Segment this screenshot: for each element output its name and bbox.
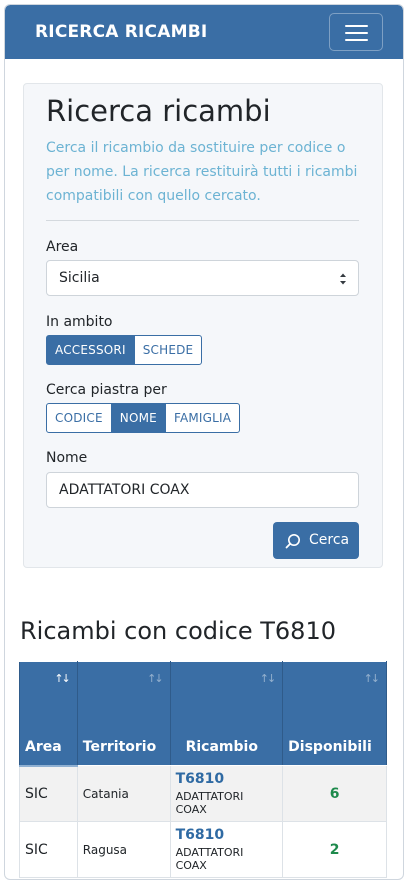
cell-ricambio: T6810 ADATTATORI COAX [169, 821, 284, 878]
cerca-per-option-nome[interactable]: NOME [110, 403, 166, 433]
search-button[interactable]: Cerca [273, 522, 359, 559]
results-table: ↑↓ Area ↑↓ Territorio ↑↓ Ricambio ↑↓ Dis… [19, 661, 387, 878]
area-select-value: Sicilia [59, 270, 100, 286]
sort-icon: ↑↓ [147, 672, 164, 685]
column-header-ricambio[interactable]: ↑↓ Ricambio [169, 661, 284, 766]
search-title: Ricerca ricambi [46, 94, 271, 128]
ricambio-name: ADATTATORI COAX [175, 790, 244, 816]
column-header-area[interactable]: ↑↓ Area [19, 661, 78, 767]
cell-disponibili: 6 [282, 765, 387, 822]
column-label-area: Area [25, 738, 62, 755]
search-description: Cerca il ricambio da sostituire per codi… [46, 140, 358, 204]
table-row: SIC Catania T6810 ADATTATORI COAX 6 [19, 765, 387, 822]
area-label: Area [46, 239, 79, 255]
sort-icon: ↑↓ [363, 672, 381, 685]
table-header-row: ↑↓ Area ↑↓ Territorio ↑↓ Ricambio ↑↓ Dis… [19, 661, 387, 767]
column-header-territorio[interactable]: ↑↓ Territorio [76, 661, 171, 766]
ricambio-name: ADATTATORI COAX [175, 846, 244, 872]
area-select[interactable]: Sicilia [46, 260, 359, 296]
search-card: Ricerca ricambi Cerca il ricambio da sos… [23, 83, 383, 568]
column-header-disponibili[interactable]: ↑↓ Disponibili [282, 661, 387, 766]
select-caret-icon [340, 273, 346, 285]
ricambio-code-link[interactable]: T6810 [176, 771, 278, 787]
nome-label: Nome [46, 450, 88, 466]
cerca-per-option-codice[interactable]: CODICE [46, 403, 112, 433]
ambito-label: In ambito [46, 314, 113, 330]
nome-input[interactable] [46, 472, 359, 508]
navbar: RICERCA RICAMBI [5, 5, 403, 59]
cell-ricambio: T6810 ADATTATORI COAX [169, 765, 284, 822]
sort-icon: ↑↓ [259, 672, 277, 685]
cell-territorio: Ragusa [76, 821, 171, 878]
cerca-per-toggle-group: CODICE NOME FAMIGLIA [46, 403, 241, 433]
results-title: Ricambi con codice T6810 [20, 617, 336, 645]
cell-area: SIC [19, 765, 78, 822]
ambito-option-accessori[interactable]: ACCESSORI [46, 335, 135, 365]
hamburger-icon[interactable] [329, 13, 383, 51]
ricambio-code-link[interactable]: T6810 [176, 827, 278, 843]
search-icon [285, 534, 300, 549]
cell-territorio: Catania [76, 765, 171, 822]
cell-area: SIC [19, 821, 78, 878]
cerca-per-option-famiglia[interactable]: FAMIGLIA [164, 403, 241, 433]
column-label-disponibili: Disponibili [288, 739, 372, 755]
divider [46, 220, 359, 221]
table-row: SIC Ragusa T6810 ADATTATORI COAX 2 [19, 821, 387, 878]
brand-title[interactable]: RICERCA RICAMBI [35, 22, 207, 42]
column-label-territorio: Territorio [82, 739, 157, 755]
search-button-label: Cerca [309, 532, 350, 548]
column-label-ricambio: Ricambio [185, 739, 258, 755]
sort-icon: ↑↓ [54, 672, 71, 685]
ambito-toggle-group: ACCESSORI SCHEDE [46, 335, 203, 365]
app-frame: RICERCA RICAMBI Ricerca ricambi Cerca il… [4, 4, 404, 880]
cerca-per-label: Cerca piastra per [46, 382, 167, 398]
cell-disponibili: 2 [282, 821, 387, 878]
ambito-option-schede[interactable]: SCHEDE [133, 335, 203, 365]
